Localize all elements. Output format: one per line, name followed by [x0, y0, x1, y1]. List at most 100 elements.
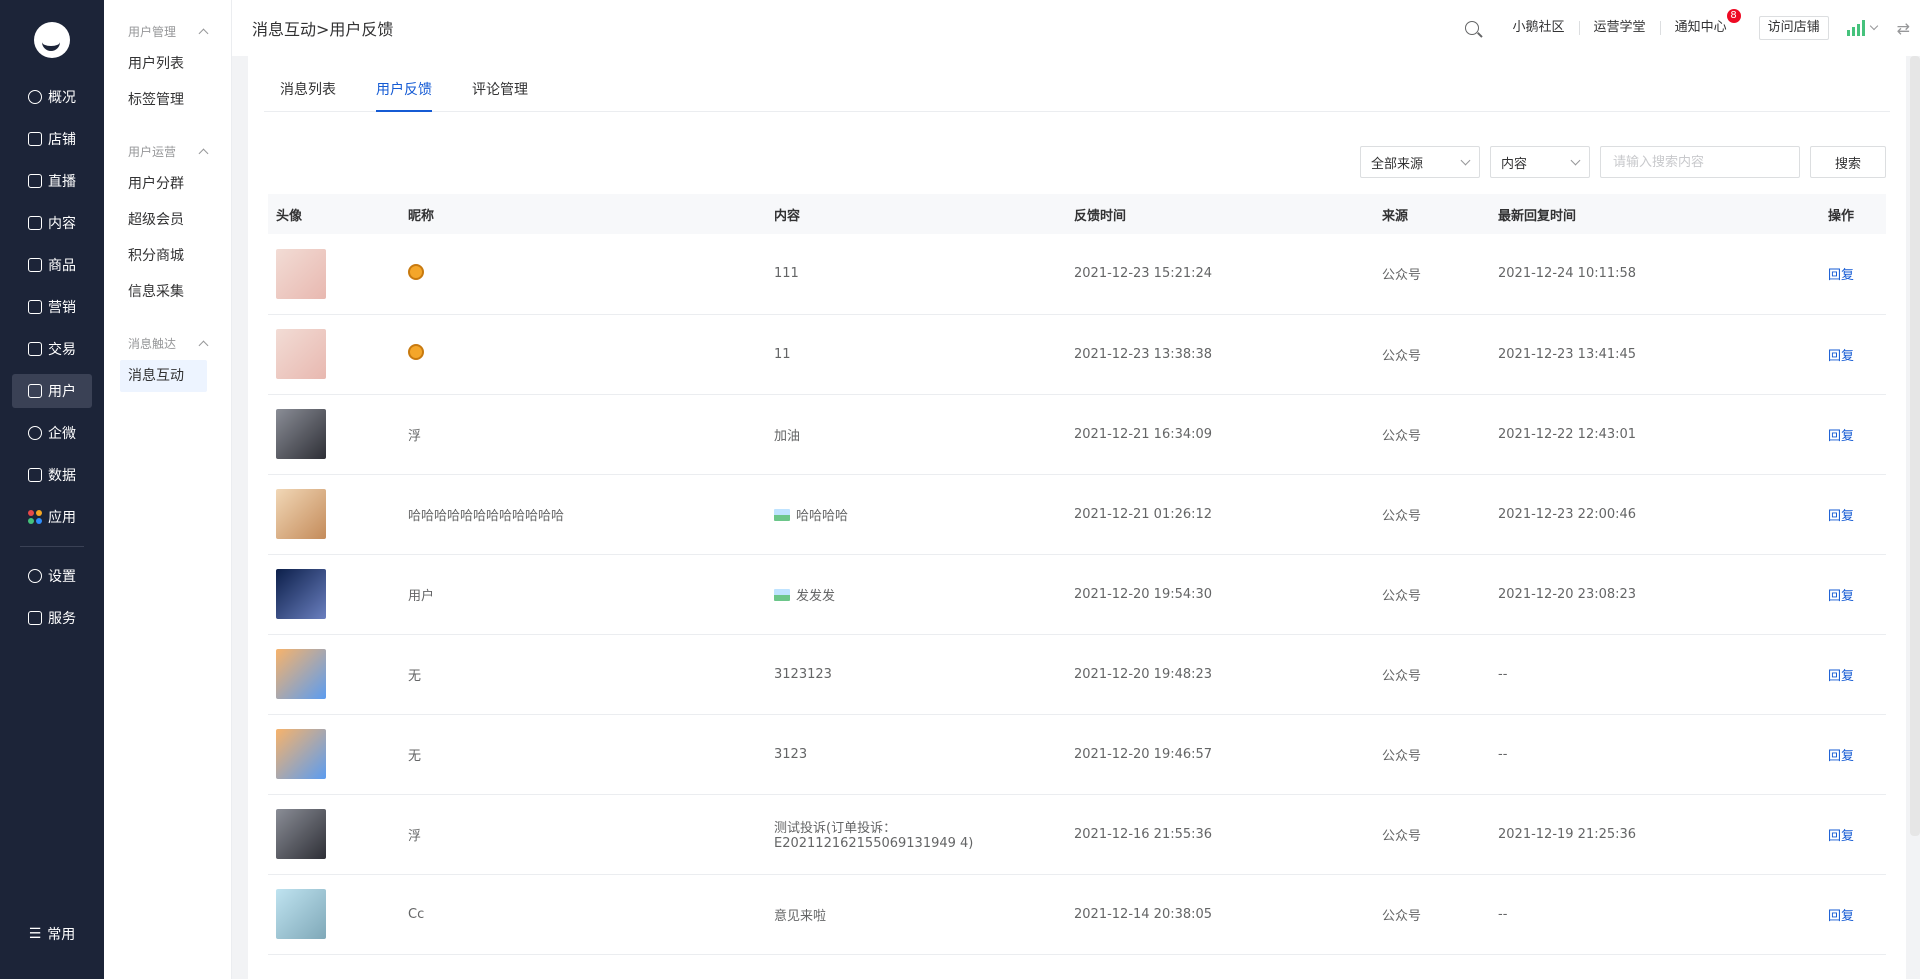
table-row: 浮 测试投诉(订单投诉： E202112162155069131949 4) 202… [268, 794, 1886, 875]
content-cell: 发发发 [766, 554, 1066, 635]
nickname: 哈哈哈哈哈哈哈哈哈哈哈哈 [408, 508, 565, 524]
nickname: 无 [408, 748, 422, 764]
source-select[interactable]: 全部来源 [1359, 146, 1480, 178]
reply-link-cell: 回复 [1820, 554, 1886, 635]
nav-item-goods[interactable]: 商品 [12, 248, 92, 282]
field-select[interactable]: 内容 [1489, 146, 1590, 178]
table-row: 111 2021-12-23 15:21:24 公众号 2021-12-24 10:1… [268, 234, 1886, 315]
source-cell: 公众号 [1374, 874, 1490, 955]
submenu-group-user-manage[interactable]: 用户管理 [104, 20, 231, 44]
nav-item-data[interactable]: 数据 [12, 458, 92, 492]
logo-icon[interactable] [34, 22, 70, 58]
submenu-item-super-member[interactable]: 超级会员 [104, 204, 231, 236]
submenu-group-user-ops[interactable]: 用户运营 [104, 140, 231, 164]
avatar [276, 889, 326, 939]
submenu-item-info-collect[interactable]: 信息采集 [104, 276, 231, 308]
tab-message-list[interactable]: 消息列表 [280, 79, 336, 111]
table-row: 浮 加油 2021-12-21 16:34:09 公众号 2021-12-22 12:4… [268, 394, 1886, 475]
search-icon[interactable] [1464, 21, 1479, 35]
lion-emoji-icon [408, 263, 424, 280]
tab-user-feedback[interactable]: 用户反馈 [376, 79, 432, 112]
reply-link-cell: 回复 [1820, 234, 1886, 315]
community-link[interactable]: 小鹅社区 [1499, 21, 1580, 35]
source-cell: 公众号 [1374, 714, 1490, 795]
group-label: 用户运营 [128, 145, 177, 159]
latest-reply-time-cell: 2021-12-23 22:00:46 [1490, 474, 1820, 555]
feedback-content: 3123123 [774, 666, 832, 682]
nav-item-service[interactable]: 服务 [12, 601, 92, 635]
reply-link[interactable]: 回复 [1828, 829, 1854, 844]
nav-divider [20, 546, 84, 547]
reply-link[interactable]: 回复 [1828, 509, 1854, 524]
image-icon[interactable] [774, 508, 790, 521]
nav-item-settings[interactable]: 设置 [12, 559, 92, 593]
visit-shop-button[interactable]: 访问店铺 [1758, 16, 1829, 40]
nickname-cell [400, 314, 766, 395]
latest-reply-time: -- [1498, 746, 1508, 762]
reply-link[interactable]: 回复 [1828, 268, 1854, 283]
source-cell: 公众号 [1374, 314, 1490, 395]
table-row: 无 3123123 2021-12-20 19:48:23 公众号 -- 回复 [268, 634, 1886, 715]
latest-reply-time-cell: -- [1490, 874, 1820, 955]
reply-link[interactable]: 回复 [1828, 749, 1854, 764]
submenu-item-message-interact[interactable]: 消息互动 [120, 360, 207, 392]
avatar [276, 329, 326, 379]
user-icon [28, 384, 42, 398]
latest-reply-time: 2021-12-24 10:11:58 [1498, 266, 1637, 282]
column-header: 操作 [1828, 208, 1855, 224]
search-button[interactable]: 搜索 [1809, 146, 1886, 178]
academy-link[interactable]: 运营学堂 [1580, 21, 1661, 35]
reply-link[interactable]: 回复 [1828, 909, 1854, 924]
nav-item-apps[interactable]: 应用 [12, 500, 92, 534]
submenu-group-message[interactable]: 消息触达 [104, 332, 231, 356]
notice-link[interactable]: 通知中心 8 [1661, 9, 1741, 35]
field-select-value: 内容 [1500, 156, 1527, 172]
latest-reply-time-cell: 2021-12-19 21:25:36 [1490, 794, 1820, 875]
nav-item-marketing[interactable]: 营销 [12, 290, 92, 324]
nav-item-dashboard[interactable]: 概况 [12, 80, 92, 114]
chevron-down-icon [1570, 155, 1581, 165]
avatar [276, 729, 326, 779]
tab-comment-manage[interactable]: 评论管理 [472, 79, 528, 111]
avatar-cell [268, 314, 400, 395]
filter-bar: 全部来源 内容 搜索 [264, 146, 1890, 178]
reply-link[interactable]: 回复 [1828, 429, 1854, 444]
source: 公众号 [1382, 428, 1422, 444]
submenu-item-tag-manage[interactable]: 标签管理 [104, 84, 231, 116]
source-cell: 公众号 [1374, 394, 1490, 475]
nav-item-trade[interactable]: 交易 [12, 332, 92, 366]
chevron-down-icon[interactable] [1869, 21, 1878, 31]
search-input[interactable] [1599, 146, 1800, 178]
source: 公众号 [1382, 828, 1422, 844]
submenu-item-points-mall[interactable]: 积分商城 [104, 240, 231, 272]
data-icon [28, 468, 42, 482]
reply-link[interactable]: 回复 [1828, 589, 1854, 604]
swap-icon[interactable]: ⇄ [1897, 19, 1910, 38]
signal-icon[interactable] [1846, 20, 1865, 36]
nav-item-user[interactable]: 用户 [12, 374, 92, 408]
nav-item-wecom[interactable]: 企微 [12, 416, 92, 450]
reply-link[interactable]: 回复 [1828, 669, 1854, 684]
content-cell: 11 [766, 314, 1066, 395]
main-nav: 概况店铺直播内容商品营销交易用户企微数据应用 设置 服务 ☰ 常用 [0, 0, 104, 979]
nav-item-shop[interactable]: 店铺 [12, 122, 92, 156]
nav-item-common[interactable]: ☰ 常用 [12, 917, 92, 951]
reply-link[interactable]: 回复 [1828, 349, 1854, 364]
nav-item-live[interactable]: 直播 [12, 164, 92, 198]
feedback-table: 头像 昵称 内容 反馈时间 来源 最新回复时间 操作 111 2021-12-23 15:21… [268, 194, 1886, 955]
feedback-time-cell: 2021-12-20 19:46:57 [1066, 714, 1374, 795]
submenu-item-user-segment[interactable]: 用户分群 [104, 168, 231, 200]
submenu-item-user-list[interactable]: 用户列表 [104, 48, 231, 80]
header-actions: 小鹅社区 运营学堂 通知中心 8 访问店铺 ⇄ [1464, 0, 1920, 56]
column-header: 内容 [774, 208, 801, 224]
nav-item-content[interactable]: 内容 [12, 206, 92, 240]
avatar [276, 809, 326, 859]
latest-reply-time: 2021-12-20 23:08:23 [1498, 586, 1637, 602]
content-cell: 哈哈哈哈 [766, 474, 1066, 555]
scrollbar[interactable] [1910, 56, 1920, 836]
nav-bottom: ☰ 常用 [0, 909, 104, 959]
live-icon [28, 174, 42, 188]
image-icon[interactable] [774, 588, 790, 601]
nickname-cell: 浮 [400, 794, 766, 875]
column-header: 来源 [1382, 208, 1409, 224]
